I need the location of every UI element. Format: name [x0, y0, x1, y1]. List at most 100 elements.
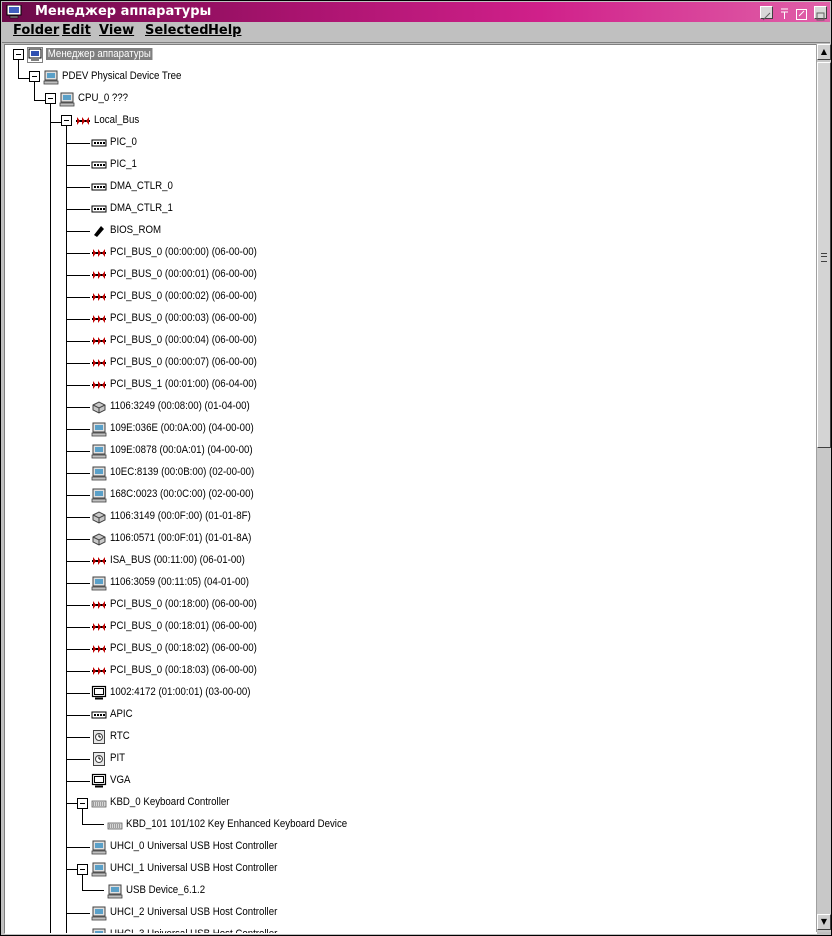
tree-node-label: 168C:0023 (00:0C:00) (02-00-00): [110, 488, 254, 500]
tree-line: [66, 913, 90, 914]
tree-node-label: 1106:0571 (00:0F:01) (01-01-8A): [110, 532, 252, 544]
collapse-physical-tree-button[interactable]: [29, 71, 40, 82]
computer-icon: [6, 5, 22, 19]
scroll-up-button[interactable]: ▲: [817, 44, 831, 60]
tree-line: [66, 561, 90, 562]
bus-icon: [92, 623, 106, 631]
clock-icon: [93, 752, 105, 766]
monitor-icon: [91, 906, 107, 921]
collapse-cpu-button[interactable]: [45, 93, 56, 104]
bus-icon: [92, 557, 106, 565]
tree-line: [66, 143, 90, 144]
tree-node-label: Менеджер аппаратуры: [46, 48, 153, 60]
menu-view[interactable]: View: [99, 23, 134, 38]
tree-line: [66, 781, 90, 782]
tree-node-label: UHCI_3 Universal USB Host Controller: [110, 928, 278, 934]
grip-icon: [821, 253, 827, 262]
tree-node-label: PCI_BUS_0 (00:18:01) (06-00-00): [110, 620, 257, 632]
tree-node-label: DMA_CTLR_1: [110, 202, 173, 214]
menu-bar: Folder Edit View Selected Help: [2, 22, 830, 43]
minimize-icon: [762, 12, 771, 21]
tree-line: [82, 890, 104, 891]
restore-button[interactable]: [778, 6, 791, 19]
tree-line: [66, 495, 90, 496]
tree-line: [66, 627, 90, 628]
chip-icon: [91, 711, 107, 719]
tree-node-label: 10EC:8139 (00:0B:00) (02-00-00): [110, 466, 255, 478]
tree-line: [66, 253, 90, 254]
maximize-button[interactable]: [795, 6, 808, 20]
menu-folder[interactable]: Folder: [13, 23, 59, 38]
tree-node-label: BIOS_ROM: [110, 224, 162, 236]
monitor-icon: [91, 466, 107, 481]
menu-selected[interactable]: Selected: [145, 23, 209, 38]
bus-icon: [92, 271, 106, 279]
tree-line: [66, 539, 90, 540]
collapse-uhci-1-universal-usb-host-controller-button[interactable]: [77, 864, 88, 875]
chip-icon: [91, 183, 107, 191]
tree-line: [66, 517, 90, 518]
device-manager-window: Менеджер аппаратуры Folder Edit View Sel…: [0, 0, 832, 936]
title-bar[interactable]: Менеджер аппаратуры: [2, 2, 830, 22]
monitor-icon: [91, 862, 107, 877]
monitor-icon: [59, 92, 75, 107]
bus-icon: [92, 337, 106, 345]
tree-node-label: PIT: [110, 752, 126, 764]
tree-node-label: PCI_BUS_0 (00:18:00) (06-00-00): [110, 598, 257, 610]
tree-line: [66, 583, 90, 584]
tree-line: [66, 165, 90, 166]
tree-node-label: 109E:0878 (00:0A:01) (04-00-00): [110, 444, 253, 456]
maximize-icon: [796, 9, 807, 20]
disk-icon: [92, 511, 106, 524]
collapse-kbd-0-keyboard-controller-button[interactable]: [77, 798, 88, 809]
monitor-icon: [107, 884, 123, 899]
monitor-icon: [43, 70, 59, 85]
tree-node-label: 1106:3249 (00:08:00) (01-04-00): [110, 400, 250, 412]
clock-icon: [93, 730, 105, 744]
bus-icon: [92, 359, 106, 367]
tree-node-label: PCI_BUS_1 (00:01:00) (06-04-00): [110, 378, 257, 390]
close-icon: [816, 12, 825, 21]
tree-node-label: PCI_BUS_0 (00:00:07) (06-00-00): [110, 356, 257, 368]
tree-line: [50, 122, 61, 123]
chip-icon: [91, 161, 107, 169]
tree-node-label: PDEV Physical Device Tree: [62, 70, 182, 82]
tree-node-label: RTC: [110, 730, 130, 742]
tree-line: [66, 429, 90, 430]
device-tree[interactable]: Менеджер аппаратуры PDEV Physical Device…: [4, 44, 817, 934]
bus-icon: [92, 381, 106, 389]
tree-line: [66, 231, 90, 232]
disk-icon: [92, 533, 106, 546]
tree-node-label: CPU_0 ???: [78, 92, 129, 104]
vertical-scrollbar[interactable]: ▲ ▼: [816, 44, 831, 932]
scrollbar-thumb[interactable]: [817, 62, 831, 448]
tree-line: [66, 385, 90, 386]
tree-line: [66, 605, 90, 606]
tree-line: [50, 102, 51, 933]
monitor-icon: [91, 576, 107, 591]
tree-node-label: VGA: [110, 774, 131, 786]
tree-line: [66, 869, 77, 870]
menu-edit[interactable]: Edit: [62, 23, 91, 38]
close-button[interactable]: [814, 6, 827, 21]
tree-node-label: Local_Bus: [94, 114, 140, 126]
tree-node-label: UHCI_2 Universal USB Host Controller: [110, 906, 278, 918]
tree-line: [66, 407, 90, 408]
tree-node-label: ISA_BUS (00:11:00) (06-01-00): [110, 554, 245, 566]
collapse-root-button[interactable]: [13, 49, 24, 60]
tree-node-label: PIC_0: [110, 136, 137, 148]
chip-icon: [91, 139, 107, 147]
scroll-down-button[interactable]: ▼: [817, 914, 831, 930]
collapse-local-bus-button[interactable]: [61, 115, 72, 126]
tree-node-label: PCI_BUS_0 (00:00:01) (06-00-00): [110, 268, 257, 280]
minimize-button[interactable]: [760, 6, 773, 21]
monitor-icon: [91, 444, 107, 459]
bus-icon: [92, 293, 106, 301]
tree-node-label: UHCI_1 Universal USB Host Controller: [110, 862, 278, 874]
computer-icon: [27, 47, 43, 63]
tree-line: [66, 693, 90, 694]
menu-help[interactable]: Help: [208, 23, 241, 38]
display-icon: [91, 685, 107, 700]
tree-line: [82, 824, 104, 825]
tree-node-label: 1106:3149 (00:0F:00) (01-01-8F): [110, 510, 251, 522]
